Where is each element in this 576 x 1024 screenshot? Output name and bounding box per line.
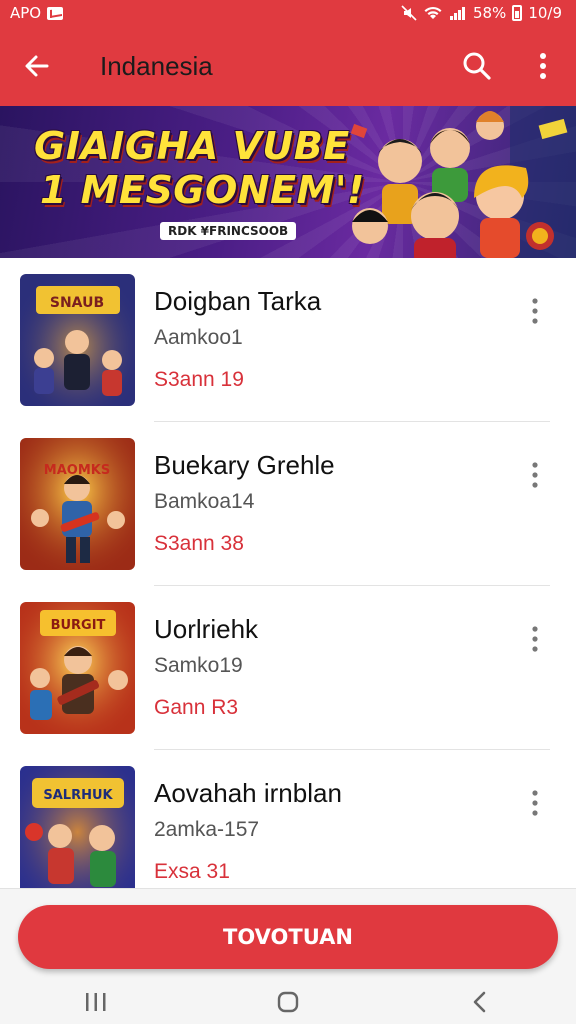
- thumb-label: BURGIT: [51, 618, 106, 633]
- list-item[interactable]: MAOMKS Buekary Grehle Bamkoa14 S3ann 38: [0, 422, 576, 586]
- banner-headline-2: 1 MESGONEM'!: [40, 168, 365, 212]
- signal-icon: [449, 7, 465, 20]
- banner-headline-1: GIAIGHA VUBE: [34, 124, 350, 168]
- banner-characters-illustration: [350, 106, 576, 258]
- mute-icon: [401, 5, 417, 21]
- item-overflow-button[interactable]: [518, 622, 552, 656]
- game-title: Aovahah irnblan: [154, 778, 342, 808]
- more-vert-icon: [532, 790, 538, 816]
- list-item[interactable]: BURGIT Uorlriehk Samko19 Gann R3: [0, 586, 576, 750]
- recent-apps-icon: [86, 993, 106, 1011]
- status-time: 10/9: [528, 4, 562, 22]
- status-carrier-text: APO: [10, 4, 42, 22]
- game-meta: Exsa 31: [154, 860, 230, 883]
- list-item[interactable]: SNAUB Doigban Tarka Aamkoo1 S3ann 19: [0, 258, 576, 422]
- status-right: 58% 10/9: [401, 4, 562, 22]
- banner-tag: RDK ¥FRINCSOOB: [160, 222, 297, 240]
- battery-percent: 58%: [472, 4, 507, 22]
- recent-apps-button[interactable]: [66, 982, 126, 1022]
- item-overflow-button[interactable]: [518, 458, 552, 492]
- home-icon: [277, 991, 299, 1013]
- thumb-label: SNAUB: [50, 295, 104, 311]
- item-overflow-button[interactable]: [518, 294, 552, 328]
- more-vert-icon: [540, 53, 546, 79]
- game-meta: S3ann 38: [154, 532, 244, 555]
- more-vert-icon: [532, 462, 538, 488]
- back-button[interactable]: [0, 26, 74, 106]
- game-thumbnail: SALRHUK: [20, 766, 135, 890]
- home-button[interactable]: [258, 982, 318, 1022]
- notification-icon: [47, 6, 64, 20]
- overflow-menu-button[interactable]: [510, 26, 576, 106]
- game-subtitle: Samko19: [154, 654, 243, 677]
- back-icon: [473, 991, 486, 1013]
- battery-icon: [512, 5, 523, 21]
- game-thumbnail: SNAUB: [20, 274, 135, 406]
- game-subtitle: Bamkoa14: [154, 490, 255, 513]
- search-button[interactable]: [444, 26, 510, 106]
- game-title: Uorlriehk: [154, 614, 259, 644]
- system-nav-bar: [0, 979, 576, 1024]
- game-list: SNAUB Doigban Tarka Aamkoo1 S3ann 19 MAO…: [0, 258, 576, 890]
- arrow-left-icon: [25, 55, 49, 77]
- item-overflow-button[interactable]: [518, 786, 552, 820]
- game-title: Doigban Tarka: [154, 286, 322, 316]
- bottom-bar: TOVOTUAN: [0, 888, 576, 1024]
- game-title: Buekary Grehle: [154, 450, 335, 480]
- app-bar: Indanesia: [0, 26, 576, 106]
- game-meta: S3ann 19: [154, 368, 244, 391]
- status-bar: APO 58% 10/9: [0, 0, 576, 26]
- page-title: Indanesia: [100, 50, 213, 81]
- more-vert-icon: [532, 298, 538, 324]
- promo-banner[interactable]: GIAIGHA VUBE 1 MESGONEM'! RDK ¥FRINCSOOB: [0, 106, 576, 258]
- thumb-label: SALRHUK: [43, 788, 113, 803]
- system-back-button[interactable]: [450, 982, 510, 1022]
- game-meta: Gann R3: [154, 696, 239, 719]
- primary-action-button[interactable]: TOVOTUAN: [18, 905, 558, 969]
- game-subtitle: Aamkoo1: [154, 326, 243, 349]
- status-left: APO: [10, 4, 64, 22]
- list-item[interactable]: SALRHUK Aovahah irnblan 2amka-157 Exsa 3…: [0, 750, 576, 890]
- search-icon: [463, 52, 491, 80]
- wifi-icon: [424, 6, 442, 19]
- game-subtitle: 2amka-157: [154, 818, 260, 841]
- more-vert-icon: [532, 626, 538, 652]
- game-thumbnail: MAOMKS: [20, 438, 135, 570]
- game-thumbnail: BURGIT: [20, 602, 135, 734]
